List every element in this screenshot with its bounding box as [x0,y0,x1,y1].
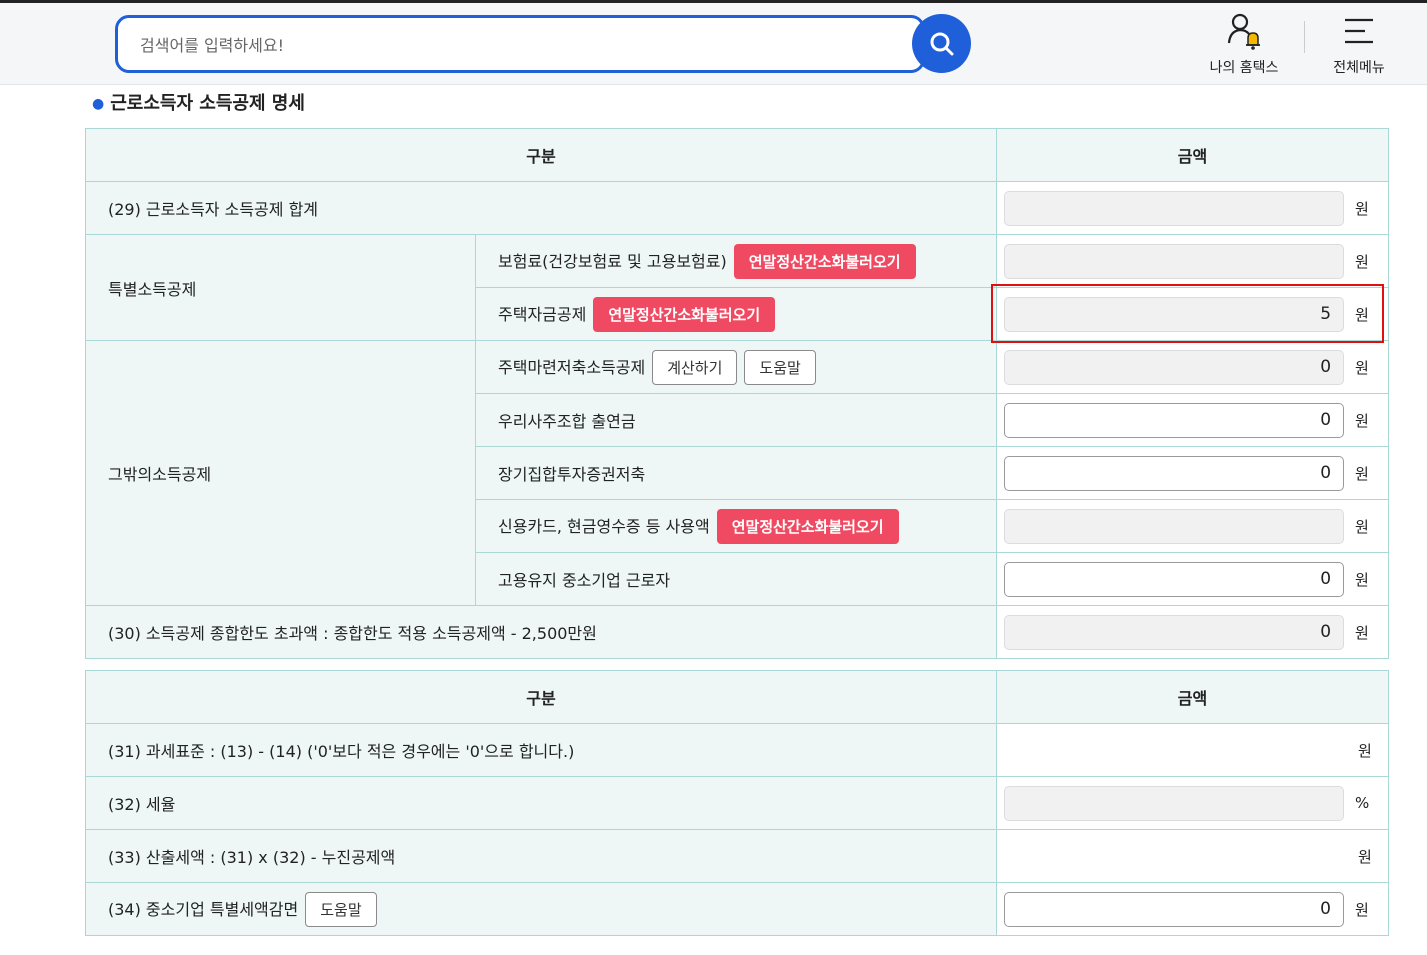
row32-label: (32) 세율 [85,776,997,830]
long-term-fund-amount-cell: 0 원 [996,446,1390,500]
row29-unit: 원 [1355,199,1369,218]
row30-label: (30) 소득공제 종합한도 초과액 : 종합한도 적용 소득공제액 - 2,5… [84,605,998,659]
user-bell-icon [1227,13,1260,50]
employee-stock-amount-cell: 0 원 [996,393,1390,447]
employee-stock-unit: 원 [1355,411,1369,430]
housing-savings-unit: 원 [1355,358,1369,377]
row33-amount-cell: 원 [996,829,1389,883]
insurance-label: 보험료(건강보험료 및 고용보험료) [498,251,727,271]
table-row: (30) 소득공제 종합한도 초과액 : 종합한도 적용 소득공제액 - 2,5… [84,605,1390,659]
insurance-amount-field [1004,243,1345,279]
credit-card-unit: 원 [1355,517,1369,536]
credit-card-label-cell: 신용카드, 현금영수증 등 사용액 연말정산간소화불러오기 [474,499,998,553]
row34-amount-cell: 0 원 [996,882,1389,936]
header-divider [1304,21,1305,53]
site-header: 나의 홈택스 전체메뉴 [0,3,1427,85]
row33-unit: 원 [1358,847,1372,866]
sme-employment-unit: 원 [1355,570,1369,589]
row30-amount-cell: 0 원 [996,605,1390,659]
insurance-amount-cell: 원 [996,234,1390,288]
housing-fund-label-cell: 주택자금공제 연말정산간소화불러오기 [474,287,998,341]
section-title: ● 근로소득자 소득공제 명세 [92,89,305,115]
row33-label: (33) 산출세액 : (31) x (32) - 누진공제액 [85,829,997,883]
row32-unit: % [1355,794,1370,812]
search-button[interactable] [912,14,971,73]
deduction-table: 구분 금액 (29) 근로소득자 소득공제 합계 원 특별소득공제 보험료(건강… [84,128,1390,659]
employee-stock-label: 우리사주조합 출연금 [474,393,998,447]
row32-amount-cell: % [996,776,1389,830]
long-term-fund-label: 장기집합투자증권저축 [474,446,998,500]
credit-card-amount-cell: 원 [996,499,1390,553]
row32-rate-field [1004,785,1344,821]
housing-savings-label: 주택마련저축소득공제 [498,357,646,377]
header-category: 구분 [84,128,998,182]
sme-employment-amount-input[interactable]: 0 [1004,561,1345,597]
housing-savings-label-cell: 주택마련저축소득공제 계산하기 도움말 [474,340,998,394]
table-row: (31) 과세표준 : (13) - (14) ('0'보다 적은 경우에는 '… [85,723,1389,777]
row29-label: (29) 근로소득자 소득공제 합계 [84,181,998,235]
housing-fund-amount-cell: 5 원 [996,287,1390,341]
table-row: (29) 근로소득자 소득공제 합계 원 [84,181,1390,235]
row29-amount-cell: 원 [996,181,1390,235]
housing-fund-label: 주택자금공제 [498,304,587,324]
calculate-button[interactable]: 계산하기 [652,349,738,385]
tax-table: 구분 금액 (31) 과세표준 : (13) - (14) ('0'보다 적은 … [85,670,1389,936]
sme-employment-label: 고용유지 중소기업 근로자 [474,552,998,606]
table-row: (32) 세율 % [85,776,1389,830]
header-category-2: 구분 [85,670,997,724]
search-box[interactable] [115,15,925,73]
insurance-import-button[interactable]: 연말정산간소화불러오기 [733,243,916,279]
credit-card-amount-field [1004,508,1345,544]
credit-card-label: 신용카드, 현금영수증 등 사용액 [498,516,710,536]
row30-amount-field: 0 [1004,614,1345,650]
insurance-label-cell: 보험료(건강보험료 및 고용보험료) 연말정산간소화불러오기 [474,234,998,288]
row30-unit: 원 [1355,623,1369,642]
section-title-text: 근로소득자 소득공제 명세 [110,93,305,114]
housing-fund-unit: 원 [1355,305,1369,324]
row34-amount-input[interactable]: 0 [1004,891,1344,927]
row34-label-cell: (34) 중소기업 특별세액감면 도움말 [85,882,997,936]
my-hometax-button[interactable]: 나의 홈택스 [1198,11,1290,77]
row29-amount-field [1004,190,1345,226]
header-amount: 금액 [996,128,1390,182]
employee-stock-amount-input[interactable]: 0 [1004,402,1345,438]
housing-fund-import-button[interactable]: 연말정산간소화불러오기 [593,296,776,332]
bullet-icon: ● [92,96,105,112]
row34-label: (34) 중소기업 특별세액감면 [108,899,299,919]
housing-fund-amount-field: 5 [1004,296,1345,332]
credit-card-import-button[interactable]: 연말정산간소화불러오기 [716,508,899,544]
table-row: (34) 중소기업 특별세액감면 도움말 0 원 [85,882,1389,936]
search-input[interactable] [140,32,900,58]
table-row: (33) 산출세액 : (31) x (32) - 누진공제액 원 [85,829,1389,883]
long-term-fund-amount-input[interactable]: 0 [1004,455,1345,491]
all-menu-button[interactable]: 전체메뉴 [1322,11,1396,77]
all-menu-label: 전체메뉴 [1333,60,1385,76]
table-header-row: 구분 금액 [84,128,1390,182]
special-deduction-group: 특별소득공제 [85,234,476,341]
hamburger-icon [1345,18,1373,44]
row31-amount-cell: 원 [996,723,1389,777]
table-row: 그밖의소득공제 주택마련저축소득공제 계산하기 도움말 0 원 [85,340,1390,606]
insurance-unit: 원 [1355,252,1369,271]
header-amount-2: 금액 [996,670,1389,724]
row31-label: (31) 과세표준 : (13) - (14) ('0'보다 적은 경우에는 '… [85,723,997,777]
sme-employment-amount-cell: 0 원 [996,552,1390,606]
search-icon [930,32,953,55]
row31-unit: 원 [1358,741,1372,760]
table-header-row: 구분 금액 [85,670,1389,724]
table-row: 특별소득공제 보험료(건강보험료 및 고용보험료) 연말정산간소화불러오기 원 [85,234,1390,341]
my-hometax-label: 나의 홈택스 [1209,60,1279,76]
other-deduction-group: 그밖의소득공제 [85,340,476,606]
help-button[interactable]: 도움말 [744,349,816,385]
housing-savings-amount-cell: 0 원 [996,340,1390,394]
housing-savings-amount-field: 0 [1004,349,1345,385]
row34-help-button[interactable]: 도움말 [305,891,377,927]
long-term-fund-unit: 원 [1355,464,1369,483]
row34-unit: 원 [1355,900,1369,919]
